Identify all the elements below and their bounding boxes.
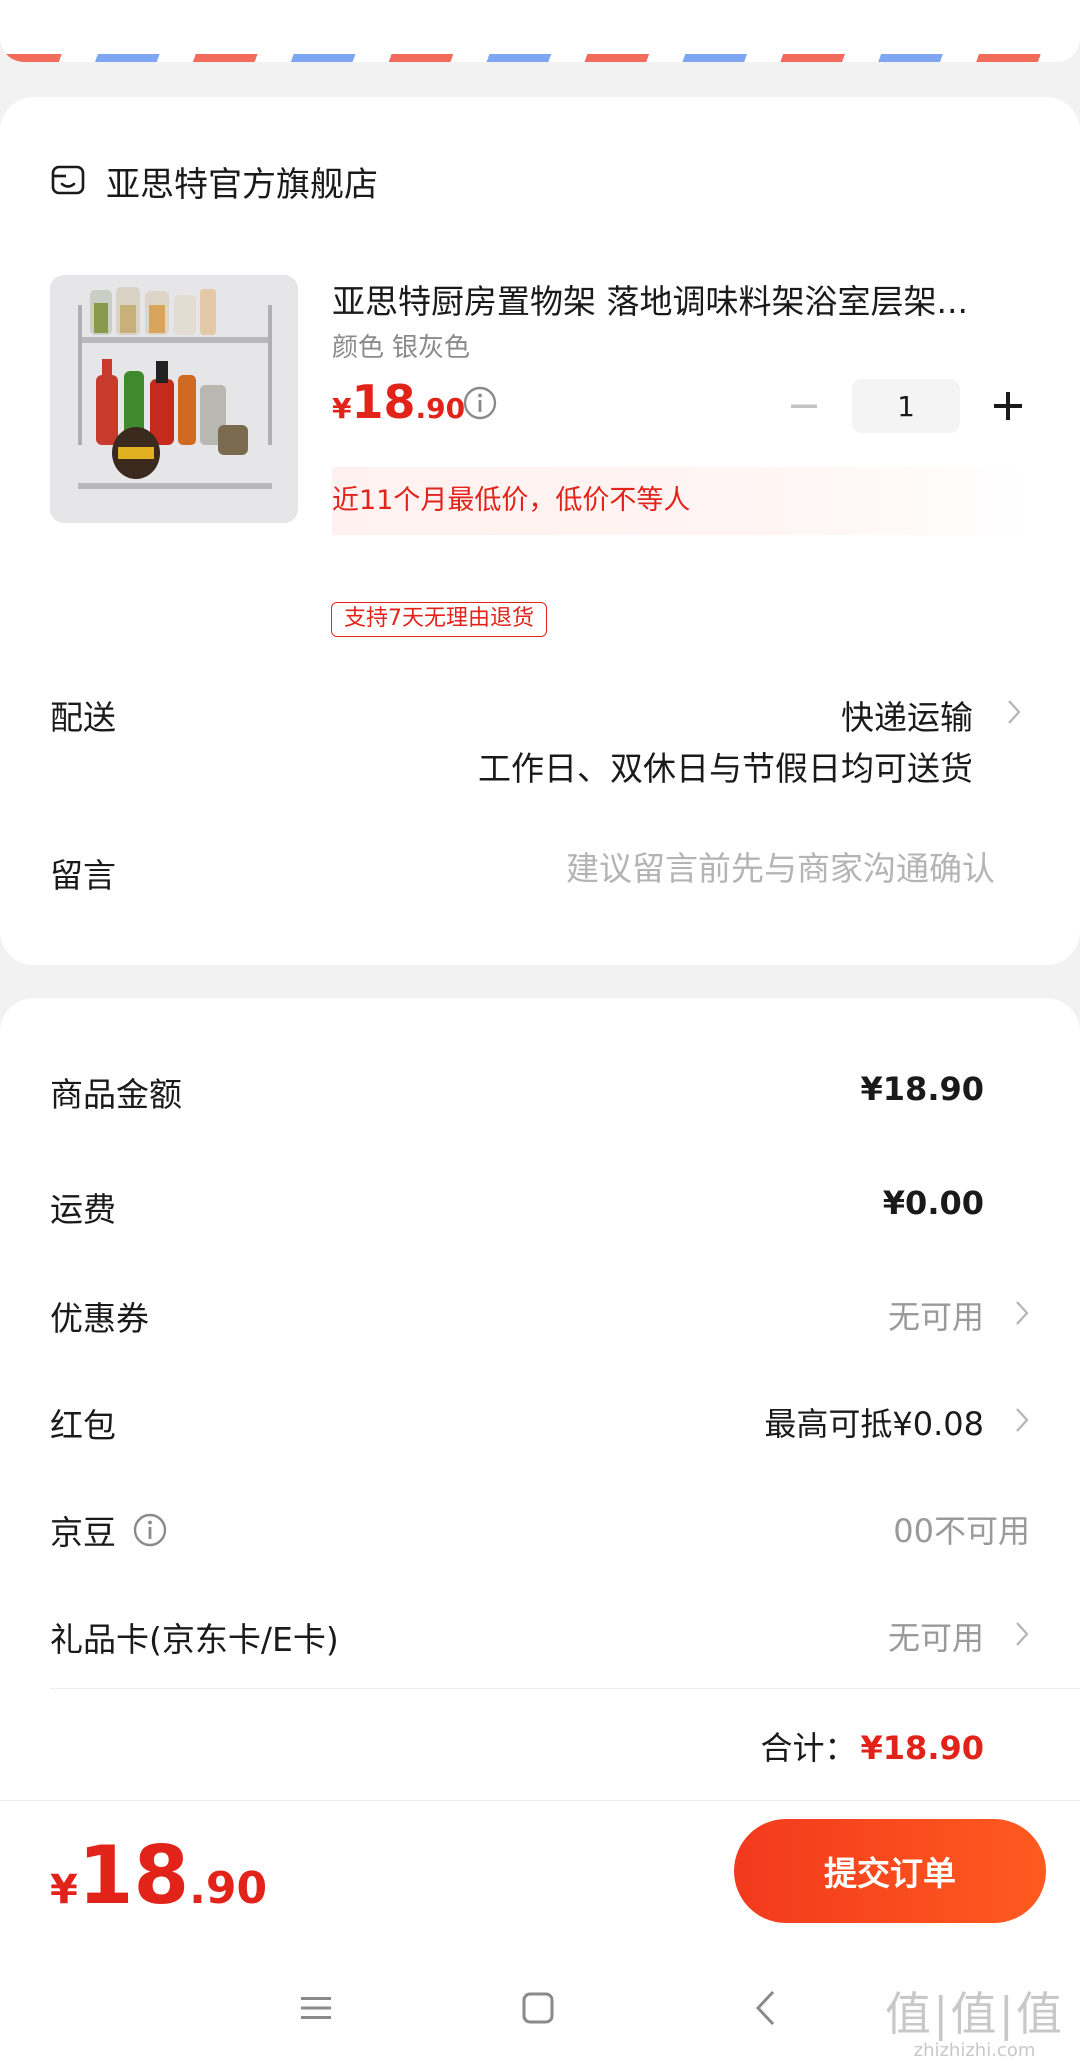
gift-card-label: 礼品卡(京东卡/E卡) [50, 1620, 339, 1659]
order-summary-card: 商品金额 ¥18.90 运费 ¥0.00 优惠券 无可用 红包 最高可抵¥0.0… [0, 998, 1080, 1848]
jingdou-row-label: 京豆 [50, 1506, 168, 1554]
watermark-logo: 值|值|值 [885, 1987, 1064, 2041]
shop-icon [50, 162, 86, 202]
message-label: 留言 [50, 856, 116, 895]
total-label: 合计： [760, 1729, 857, 1767]
spec-label: 颜色 [332, 333, 385, 363]
payable-price: ¥ 18 .90 [50, 1829, 267, 1922]
product-image[interactable] [50, 275, 298, 523]
jingdou-label: 京豆 [50, 1513, 116, 1552]
chevron-right-icon[interactable] [1014, 1620, 1030, 1648]
red-packet-value[interactable]: 最高可抵¥0.08 [764, 1399, 984, 1445]
jingdou-info-icon[interactable] [132, 1512, 168, 1548]
total-value: ¥18.90 [860, 1729, 984, 1767]
coupon-value[interactable]: 无可用 [888, 1292, 984, 1338]
lowest-price-banner: 近11个月最低价，低价不等人 [332, 467, 1028, 535]
spec-value: 银灰色 [392, 333, 471, 363]
chevron-right-icon[interactable] [1014, 1299, 1030, 1327]
chevron-right-icon[interactable] [1006, 698, 1022, 726]
shipping-fee-label: 运费 [50, 1190, 116, 1229]
product-price: ¥ 18 .90 [332, 375, 465, 429]
quantity-value[interactable]: 1 [852, 379, 960, 433]
price-decimal: .90 [415, 392, 466, 425]
home-icon[interactable] [508, 1978, 568, 2038]
payable-currency: ¥ [50, 1867, 78, 1913]
submit-order-button[interactable]: 提交订单 [734, 1819, 1046, 1923]
summary-divider [50, 1688, 1080, 1689]
back-icon[interactable] [735, 1978, 795, 2038]
delivery-method[interactable]: 快递运输 [841, 691, 973, 739]
product-spec: 颜色 银灰色 [332, 327, 470, 364]
shop-header[interactable]: 亚思特官方旗舰店 [50, 157, 378, 206]
address-card-bottom [0, 0, 1080, 62]
chevron-right-icon[interactable] [1014, 1406, 1030, 1434]
product-title[interactable]: 亚思特厨房置物架 落地调味料架浴室层架... [332, 275, 1032, 323]
return-policy-badge: 支持7天无理由退货 [331, 602, 547, 637]
price-currency: ¥ [332, 392, 352, 425]
payable-integer: 18 [77, 1829, 190, 1922]
shop-name: 亚思特官方旗舰店 [106, 165, 378, 205]
order-total: 合计： ¥18.90 [761, 1723, 985, 1769]
menu-icon[interactable] [286, 1978, 346, 2038]
jingdou-value: 00不可用 [893, 1512, 1030, 1550]
airmail-border [0, 54, 1080, 62]
price-info-icon[interactable] [462, 385, 498, 421]
payable-decimal: .90 [189, 1863, 268, 1914]
goods-amount-value: ¥18.90 [860, 1070, 984, 1108]
message-input[interactable] [435, 849, 995, 888]
checkout-bar: ¥ 18 .90 提交订单 [0, 1800, 1080, 1938]
quantity-stepper: 1 [782, 379, 1030, 433]
delivery-label: 配送 [50, 698, 116, 737]
gift-card-value[interactable]: 无可用 [888, 1613, 984, 1659]
price-integer: 18 [351, 375, 416, 429]
delivery-description: 工作日、双休日与节假日均可送货 [478, 749, 973, 788]
goods-amount-label: 商品金额 [50, 1075, 182, 1114]
red-packet-label: 红包 [50, 1406, 116, 1445]
watermark: 值|值|值 zhizhizhi.com [885, 1978, 1064, 2061]
shipping-fee-value: ¥0.00 [882, 1184, 984, 1222]
coupon-label: 优惠券 [50, 1299, 149, 1338]
order-item-card: 亚思特官方旗舰店 亚思特厨房置物架 落地调味料架浴室层架... 颜色 银灰色 ¥… [0, 97, 1080, 965]
decrease-button[interactable] [782, 384, 826, 428]
system-nav-bar: 值|值|值 zhizhizhi.com [0, 1938, 1080, 2070]
increase-button[interactable] [986, 384, 1030, 428]
